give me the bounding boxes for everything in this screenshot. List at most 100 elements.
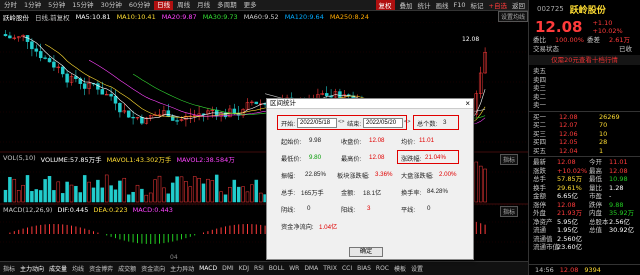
- buy-5-volume: 1: [599, 146, 604, 155]
- volume-bar: [25, 175, 30, 203]
- macd-indicator-button[interactable]: 指标: [499, 206, 518, 217]
- sell-4-label: 卖四: [533, 75, 546, 84]
- close-price-value: 12.08: [369, 137, 385, 144]
- close-icon[interactable]: ×: [465, 99, 470, 109]
- candle-body: [113, 95, 118, 104]
- indicator-tab-4[interactable]: 资金博弈: [89, 264, 113, 273]
- indicator-tab-7[interactable]: 主力异动: [170, 264, 194, 273]
- buy-2-row: 买二 12.07 70: [529, 121, 640, 130]
- buy-1-volume: 26269: [599, 112, 620, 121]
- tab-30min[interactable]: 30分钟: [98, 1, 125, 10]
- volume-bar: [56, 181, 61, 203]
- bid-ratio-row: 委比 100.00% 委差 2.61万: [529, 36, 640, 45]
- tab-5min[interactable]: 5分钟: [45, 1, 68, 10]
- indicator-tab-15[interactable]: TRIX: [323, 265, 337, 272]
- indicator-tab-20[interactable]: 设置: [411, 264, 423, 273]
- stat-l1: 流通市值: [533, 243, 559, 251]
- indicator-tab-6[interactable]: 资金流向: [141, 264, 165, 273]
- volume-bar: [113, 189, 118, 203]
- upgrade-notice[interactable]: 仅需20元查看十档行情: [529, 55, 640, 65]
- indicator-tab-8[interactable]: MACD: [199, 265, 217, 272]
- indicator-tab-14[interactable]: DMA: [304, 265, 318, 272]
- stat-row: 总手 57.85万 最低 10.98: [529, 175, 640, 184]
- bid-ratio-value: 100.00%: [555, 36, 584, 44]
- buy-orders: 买一 12.08 26269 买二 12.07 70 买三 12.06 10 买四 12.05 28 买…: [529, 113, 640, 156]
- tab-15min[interactable]: 15分钟: [69, 1, 96, 10]
- stat-row: 净资产 5.95亿 总股本 2.56亿: [529, 218, 640, 227]
- sector-change-value: 3.36%: [375, 171, 393, 178]
- high-price-label: 最高价:: [341, 156, 362, 163]
- tick-volume: 9394: [584, 266, 601, 274]
- tab-multi-period[interactable]: 多周期: [214, 1, 240, 10]
- tab-weekly[interactable]: 周线: [174, 1, 193, 10]
- dea-value: DEA:0.223: [93, 206, 128, 214]
- candle-body: [34, 48, 39, 52]
- tab-more[interactable]: 更多: [241, 1, 260, 10]
- volume-bar: [65, 181, 69, 203]
- buy-3-price: 12.06: [559, 129, 578, 138]
- quote-panel: 002725 跃岭股份 12.08 +1.10 +10.02% 委比 100.0…: [528, 0, 640, 275]
- indicator-tab-11[interactable]: RSI: [254, 265, 264, 272]
- mark-button[interactable]: 标记: [471, 0, 484, 10]
- overlay-button[interactable]: 叠加: [400, 0, 413, 10]
- indicator-tab-19[interactable]: 模板: [394, 264, 406, 273]
- indicator-tab-16[interactable]: CCI: [342, 265, 352, 272]
- volume-bar: [179, 176, 184, 203]
- buy-4-label: 买四: [533, 138, 546, 146]
- tab-monthly[interactable]: 月线: [194, 1, 213, 10]
- ok-button[interactable]: 确定: [349, 247, 383, 257]
- volume-bar: [100, 187, 105, 203]
- add-watchlist-button[interactable]: +自选: [489, 0, 507, 10]
- volume-bar: [104, 174, 109, 203]
- volume-bar: [474, 161, 479, 203]
- stat-v1: 57.85万: [557, 175, 583, 183]
- draw-button[interactable]: 画线: [436, 0, 449, 10]
- f10-button[interactable]: F10: [454, 1, 466, 9]
- volume-bar: [91, 187, 96, 203]
- indicator-tab-2[interactable]: 成交量: [49, 264, 67, 273]
- indicator-tab-12[interactable]: BOLL: [269, 265, 284, 272]
- ma-settings-button[interactable]: 设置均线: [497, 11, 528, 22]
- tab-60min[interactable]: 60分钟: [126, 1, 153, 10]
- indicator-tab-10[interactable]: KDJ: [239, 265, 249, 272]
- stat-v1: 6.65亿: [557, 192, 578, 200]
- volume-bar: [483, 168, 487, 203]
- tab-timeshare[interactable]: 分时: [1, 1, 20, 10]
- stat-v1: 5.95亿: [557, 217, 578, 226]
- volume-bar: [8, 176, 12, 203]
- stat-l2: [589, 243, 609, 252]
- indicator-tab-13[interactable]: WR: [289, 265, 299, 272]
- date-axis-label: 04: [170, 254, 178, 261]
- indicator-tab-9[interactable]: DMI: [222, 265, 234, 272]
- tab-1min[interactable]: 1分钟: [21, 1, 44, 10]
- indicator-tab-5[interactable]: 成交额: [118, 264, 136, 273]
- volume-bar: [140, 188, 144, 203]
- volume-bar: [175, 176, 179, 203]
- volume-bar: [126, 194, 131, 203]
- candle-body: [201, 113, 206, 115]
- adjust-button[interactable]: 复权: [375, 0, 395, 10]
- indicator-tab-3[interactable]: 均线: [72, 264, 84, 273]
- volume-bar: [12, 178, 17, 203]
- tab-daily[interactable]: 日线: [154, 0, 174, 10]
- buy-4-price: 12.05: [559, 138, 578, 146]
- indicator-tab-1[interactable]: 主力动向: [20, 264, 44, 273]
- stat-l2: 量比: [589, 183, 602, 192]
- stat-l1: 换手: [533, 183, 546, 192]
- indicator-tab-0[interactable]: 指标: [3, 264, 15, 273]
- indicator-tab-18[interactable]: ROC: [376, 265, 389, 272]
- buy-3-volume: 10: [599, 129, 608, 138]
- amount-value: 18.1亿: [363, 190, 382, 197]
- netflow-label: 资金净流向:: [281, 224, 314, 231]
- candle-body: [100, 89, 105, 95]
- sector-change-label: 板块涨跌幅:: [337, 173, 370, 180]
- high-price-label: 12.08: [462, 36, 480, 43]
- sell-1-label: 卖一: [533, 101, 546, 109]
- vol-indicator-button[interactable]: 指标: [499, 154, 518, 165]
- indicator-tab-17[interactable]: BIAS: [357, 265, 371, 272]
- yang-count-label: 阳线:: [341, 207, 356, 214]
- stats-button[interactable]: 统计: [418, 0, 431, 10]
- back-button[interactable]: 返回: [512, 0, 525, 10]
- sell-3-price: [559, 84, 599, 93]
- tick-time: 14:56: [535, 266, 554, 274]
